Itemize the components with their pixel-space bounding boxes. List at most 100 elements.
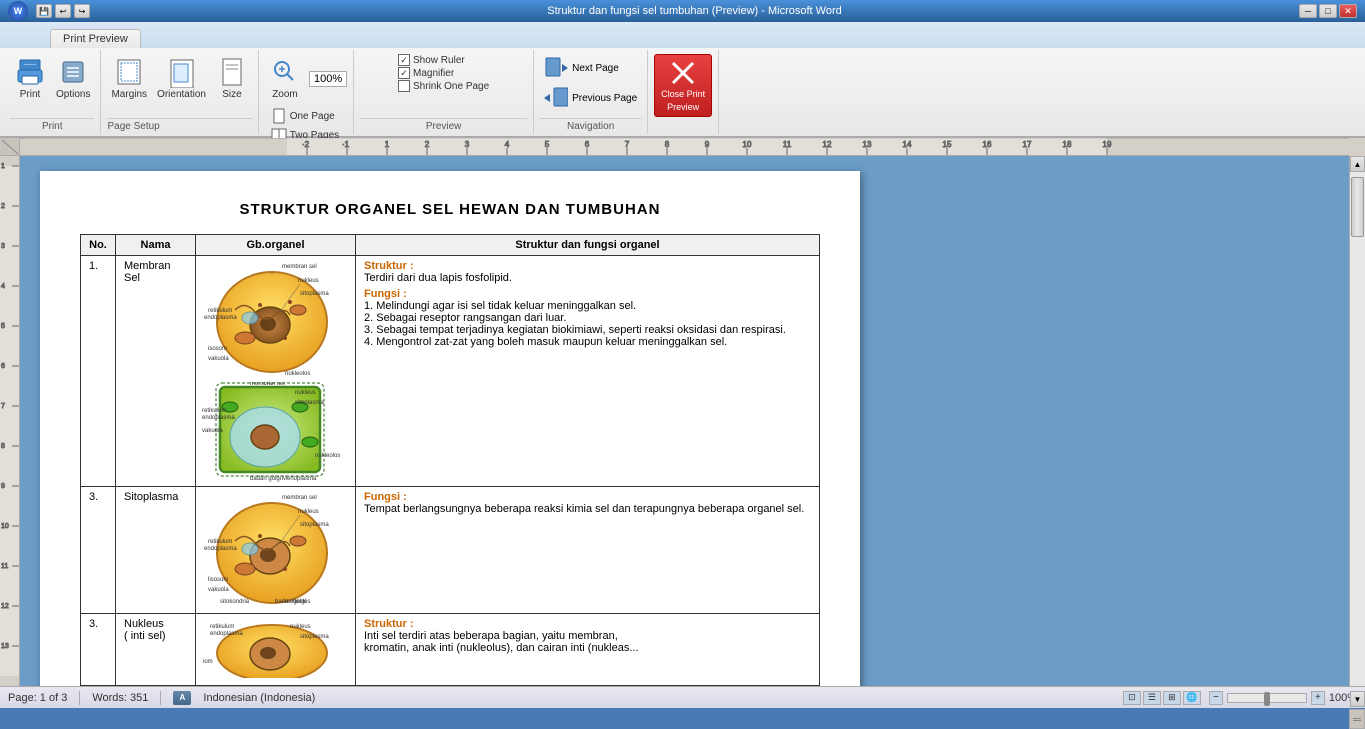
ribbon-group-navigation: Next Page Previous Page Navigation: [534, 50, 648, 134]
svg-text:13: 13: [863, 140, 872, 149]
vertical-ruler: 1 2 3 4 5 6 7 8 9 10 11 12 13: [0, 156, 20, 686]
svg-text:6: 6: [585, 140, 590, 149]
one-page-icon: [271, 108, 287, 124]
svg-text:nukleolos: nukleolos: [285, 371, 310, 377]
close-window-button[interactable]: ✕: [1339, 4, 1357, 18]
table-header-row: No. Nama Gb.organel Struktur dan fungsi …: [81, 235, 820, 256]
cell-fungsi-1: Struktur : Terdiri dari dua lapis fosfol…: [356, 256, 820, 487]
reading-view-button[interactable]: ☰: [1143, 691, 1161, 705]
page-area: STRUKTUR ORGANEL SEL HEWAN DAN TUMBUHAN …: [20, 156, 1349, 686]
prev-page-button[interactable]: Previous Page: [540, 84, 641, 112]
svg-text:iom: iom: [203, 659, 213, 665]
svg-text:sitoplasma: sitoplasma: [300, 522, 329, 528]
word-count: Words: 351: [92, 692, 148, 704]
page-setup-group-items: Margins Orientation: [107, 52, 252, 116]
tab-print-preview[interactable]: Print Preview: [50, 29, 141, 48]
zoom-slider[interactable]: [1227, 693, 1307, 703]
normal-view-button[interactable]: ⊡: [1123, 691, 1141, 705]
margins-button[interactable]: Margins: [107, 54, 151, 103]
shrink-one-page-check[interactable]: Shrink One Page: [398, 80, 489, 92]
cell-fungsi-2: Fungsi : Tempat berlangsungnya beberapa …: [356, 487, 820, 614]
ribbon-group-zoom: Zoom 100% One Page Two: [259, 50, 354, 134]
cell-no-3: 3.: [81, 614, 116, 686]
zoom-slider-thumb[interactable]: [1264, 692, 1270, 706]
svg-text:retikulum: retikulum: [208, 539, 232, 545]
scroll-up-button[interactable]: ▲: [1350, 156, 1365, 172]
scroll-resize-handle[interactable]: [1349, 709, 1365, 729]
next-page-button[interactable]: Next Page: [540, 54, 623, 82]
svg-text:16: 16: [983, 140, 992, 149]
svg-text:vakuola: vakuola: [208, 587, 229, 593]
undo-icon[interactable]: ↩: [55, 4, 71, 18]
svg-text:retikulum: retikulum: [210, 624, 234, 630]
svg-text:6: 6: [1, 363, 5, 370]
prev-page-icon: [544, 86, 568, 110]
content-table: No. Nama Gb.organel Struktur dan fungsi …: [80, 234, 820, 686]
ruler-area: /* ticks rendered by CSS below */ ·2 ·1 …: [0, 138, 1365, 156]
svg-text:nukleus: nukleus: [298, 509, 319, 515]
minimize-button[interactable]: ─: [1299, 4, 1317, 18]
maximize-button[interactable]: □: [1319, 4, 1337, 18]
svg-text:vakuola: vakuola: [202, 428, 223, 434]
svg-text:nukleus: nukleus: [295, 390, 316, 396]
magnifier-checkbox[interactable]: ✓: [398, 67, 410, 79]
next-page-icon: [544, 56, 568, 80]
redo-icon[interactable]: ↪: [74, 4, 90, 18]
size-button[interactable]: Size: [212, 54, 252, 103]
svg-text:endoplasma: endoplasma: [202, 415, 235, 421]
options-button[interactable]: Options: [52, 54, 94, 103]
svg-text:membran sel: membran sel: [282, 264, 317, 270]
print-view-button[interactable]: ⊞: [1163, 691, 1181, 705]
options-icon: [57, 56, 89, 88]
title-bar: W 💾 ↩ ↪ Struktur dan fungsi sel tumbuhan…: [0, 0, 1365, 22]
preview-group-items: ✓ Show Ruler ✓ Magnifier Shrink One Page: [398, 52, 489, 116]
ribbon-group-close: Close Print Preview Close: [648, 50, 719, 134]
svg-text:7: 7: [1, 403, 5, 410]
web-view-button[interactable]: 🌐: [1183, 691, 1201, 705]
col-header-no: No.: [81, 235, 116, 256]
svg-text:nukleus: nukleus: [290, 624, 311, 630]
svg-text:7: 7: [625, 140, 630, 149]
zoom-out-button[interactable]: −: [1209, 691, 1223, 705]
scroll-thumb[interactable]: [1351, 177, 1364, 237]
table-row: 1. Membran Sel: [81, 256, 820, 487]
ribbon-tab-bar: Print Preview: [0, 22, 1365, 48]
shrink-checkbox[interactable]: [398, 80, 410, 92]
show-ruler-checkbox[interactable]: ✓: [398, 54, 410, 66]
close-print-preview-button[interactable]: Close Print Preview: [654, 54, 712, 117]
svg-text:retikulum: retikulum: [202, 408, 226, 414]
magnifier-check[interactable]: ✓ Magnifier: [398, 67, 454, 79]
zoom-percent[interactable]: 100%: [309, 71, 347, 87]
print-group-label: Print: [10, 118, 94, 132]
status-bar: Page: 1 of 3 Words: 351 A Indonesian (In…: [0, 686, 1365, 708]
print-group-items: Print Options: [10, 52, 94, 116]
scroll-down-button[interactable]: ▼: [1350, 691, 1365, 707]
ribbon-group-preview: ✓ Show Ruler ✓ Magnifier Shrink One Page…: [354, 50, 534, 134]
language-icon: A: [173, 691, 191, 705]
zoom-label: Zoom: [272, 89, 298, 101]
nav-group-items: Next Page Previous Page: [540, 52, 641, 116]
zoom-button[interactable]: Zoom: [265, 54, 305, 103]
print-button[interactable]: Print: [10, 54, 50, 103]
app-icon: W: [8, 1, 28, 21]
sitoplasma-diagram: membran sel nukleus sitoplasma retikulum…: [200, 491, 345, 606]
svg-text:lisosom: lisosom: [208, 577, 228, 583]
vertical-scrollbar[interactable]: ▲ ▼: [1349, 156, 1365, 686]
svg-text:membran sel: membran sel: [250, 382, 285, 387]
zoom-in-button[interactable]: +: [1311, 691, 1325, 705]
status-bar-right: ⊡ ☰ ⊞ 🌐 − + 100%: [1123, 691, 1357, 705]
svg-text:11: 11: [783, 140, 792, 149]
save-icon[interactable]: 💾: [36, 4, 52, 18]
orientation-button[interactable]: Orientation: [153, 54, 210, 103]
cell-fungsi-3: Struktur : Inti sel terdiri atas beberap…: [356, 614, 820, 686]
show-ruler-check[interactable]: ✓ Show Ruler: [398, 54, 465, 66]
page-count: Page: 1 of 3: [8, 692, 67, 704]
cell-name-1: Membran Sel: [116, 256, 196, 487]
one-page-button[interactable]: One Page: [268, 107, 345, 125]
margins-label: Margins: [111, 89, 147, 101]
cell-name-2: Sitoplasma: [116, 487, 196, 614]
page-title: STRUKTUR ORGANEL SEL HEWAN DAN TUMBUHAN: [80, 201, 820, 218]
svg-text:sitoplasma: sitoplasma: [295, 400, 324, 406]
svg-text:3: 3: [1, 243, 5, 250]
preview-group-label: Preview: [360, 118, 527, 132]
